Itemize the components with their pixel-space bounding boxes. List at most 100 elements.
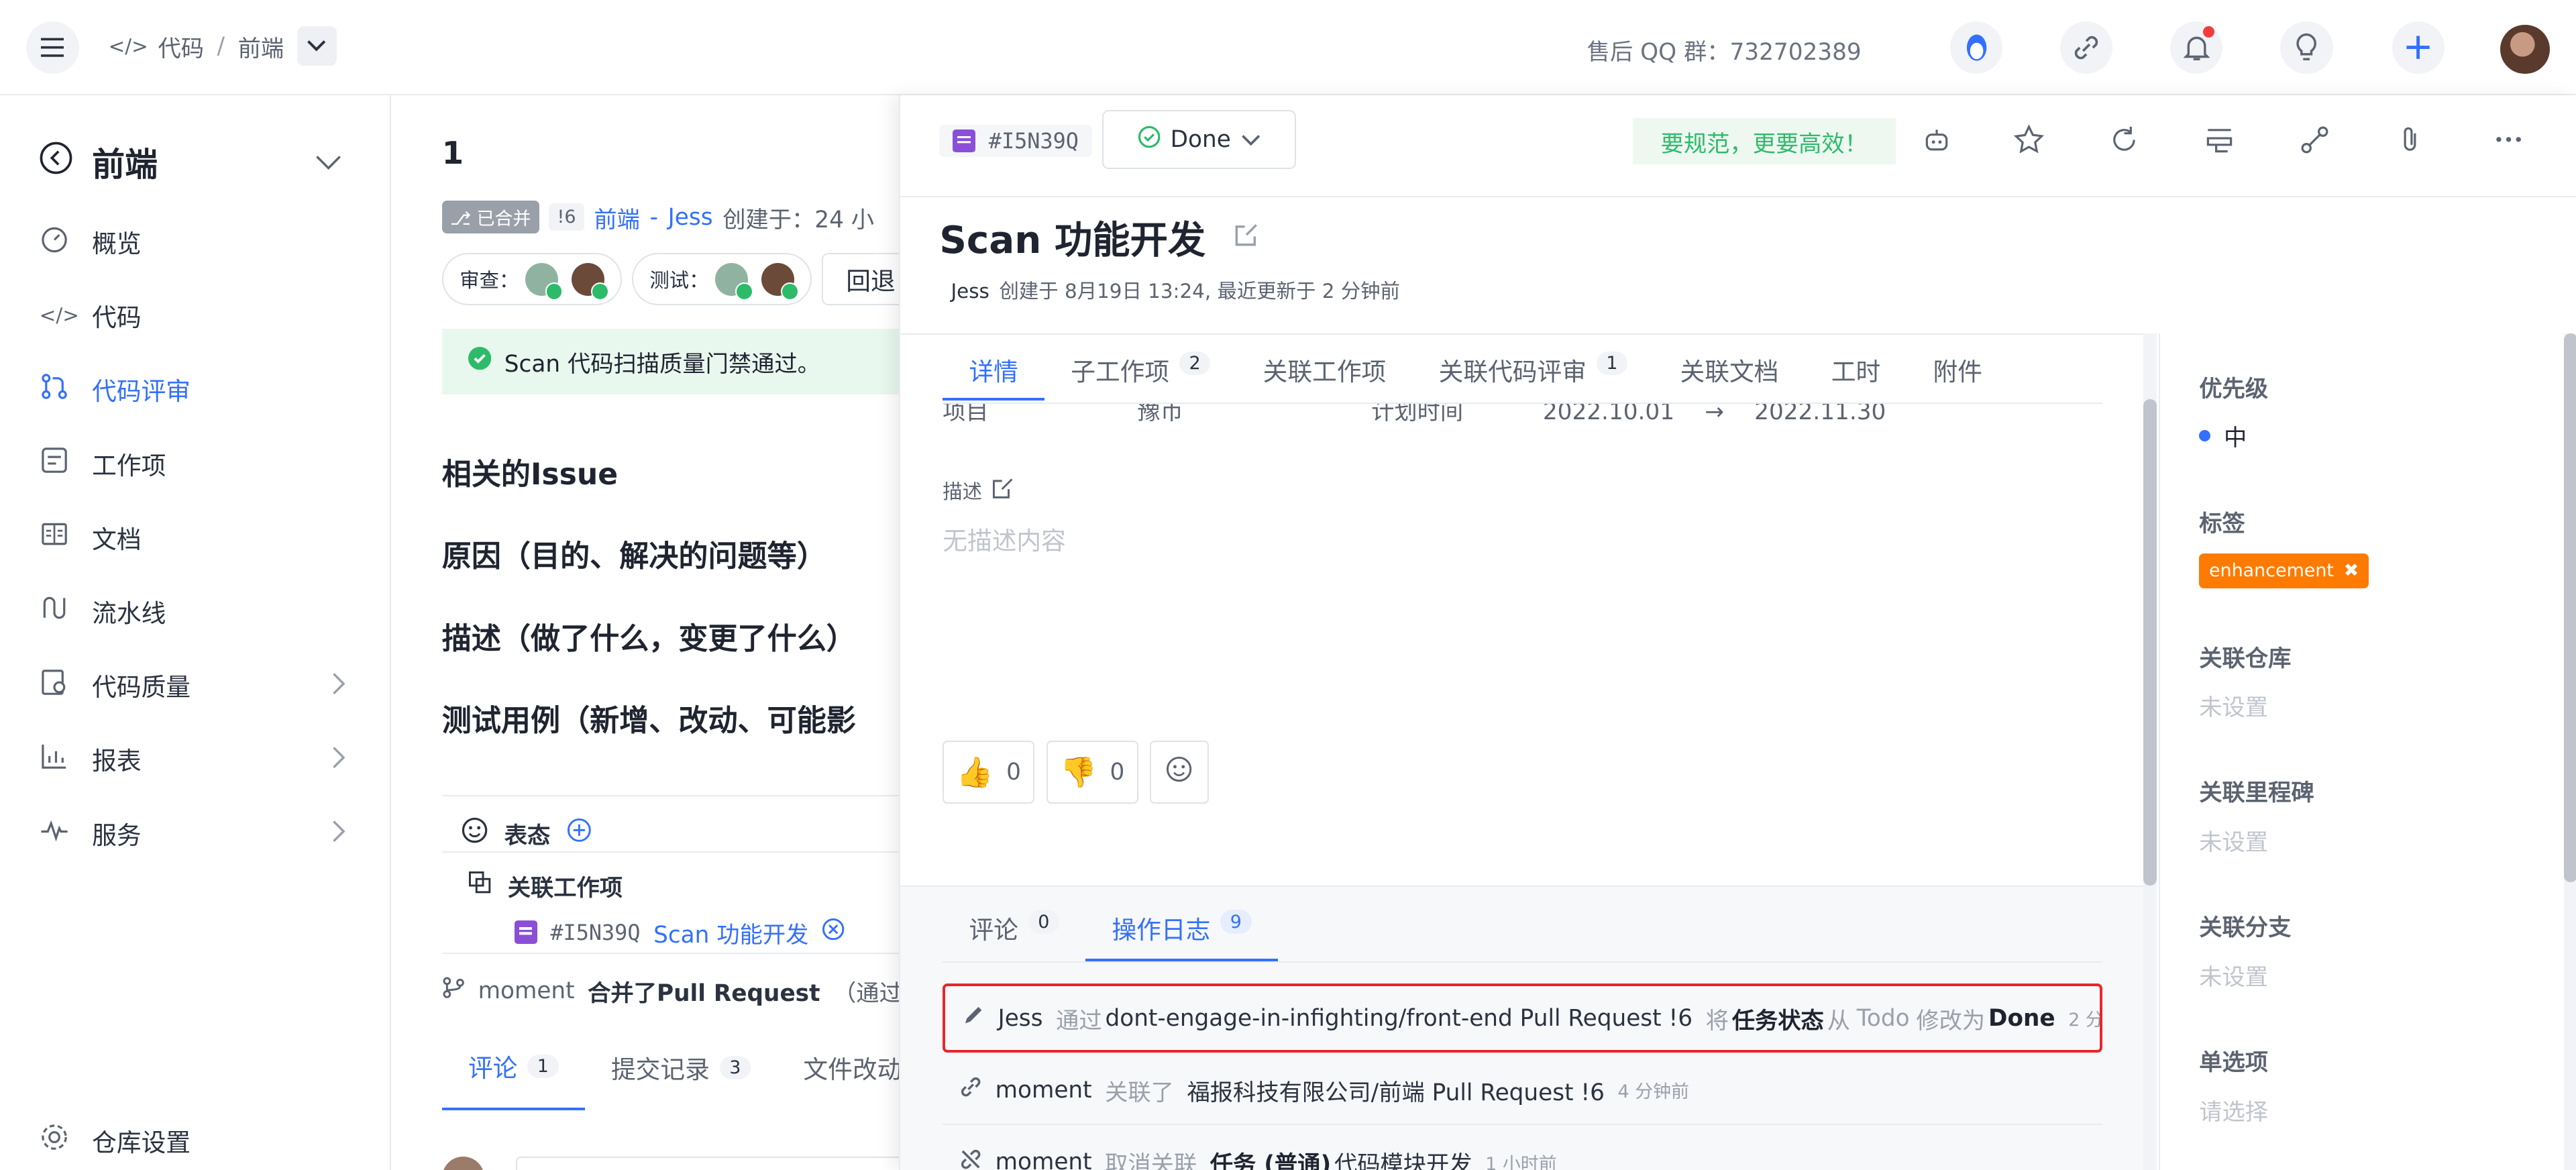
chevron-right-icon	[332, 820, 345, 849]
slogan-banner[interactable]: 要规范，更要高效！	[1632, 118, 1896, 164]
work-item-name[interactable]: Scan 功能开发	[653, 916, 808, 949]
sidebar-item-reports[interactable]: 报表	[40, 739, 352, 779]
tab-related-reviews[interactable]: 关联代码评审 1	[1412, 335, 1654, 401]
tab-commits[interactable]: 提交记录 3	[585, 1039, 777, 1110]
tab-related-docs[interactable]: 关联文档	[1654, 335, 1805, 401]
list-item[interactable]: #I5N39Q Scan 功能开发	[514, 916, 901, 949]
bell-icon[interactable]	[2170, 21, 2223, 74]
tab-details[interactable]: 详情	[943, 335, 1045, 401]
reviewers-row: 审查： 测试： 回退	[441, 253, 901, 306]
scrollbar-thumb[interactable]	[2564, 333, 2576, 883]
log-target[interactable]: 福报科技有限公司/前端 Pull Request !6	[1187, 1073, 1605, 1107]
test-chip[interactable]: 测试：	[631, 253, 812, 306]
penguin-icon[interactable]	[1949, 21, 2003, 74]
activity-action: 合并了Pull Request	[588, 979, 820, 1007]
plus-icon[interactable]	[2392, 21, 2445, 74]
sidebar-item-code[interactable]: </> 代码	[40, 296, 352, 335]
avatar	[761, 262, 800, 301]
close-icon[interactable]: ✖	[2344, 560, 2359, 581]
sidebar-item-overview[interactable]: 概览	[40, 222, 352, 262]
lightbulb-icon[interactable]	[2280, 21, 2333, 74]
sidebar-item-quality[interactable]: 代码质量	[40, 666, 352, 705]
tab-operation-log[interactable]: 操作日志 9	[1085, 887, 1278, 961]
relation-icon[interactable]	[2296, 121, 2332, 158]
plan-start[interactable]: 2022.10.01	[1543, 403, 1674, 425]
log-row[interactable]: moment 关联了 福报科技有限公司/前端 Pull Request !6 4…	[943, 1056, 2103, 1126]
log-target-name[interactable]: 代码模块开发	[1334, 1145, 1472, 1169]
work-item-id-tag[interactable]: #I5N39Q	[939, 125, 1092, 157]
review-chip[interactable]: 审查：	[441, 253, 623, 306]
chevron-down-icon[interactable]	[297, 26, 337, 66]
project-header[interactable]: 前端	[40, 138, 158, 186]
status-dropdown[interactable]: Done	[1102, 110, 1296, 170]
thumbs-down-button[interactable]: 👎 0	[1046, 741, 1138, 804]
tab-related-items[interactable]: 关联工作项	[1237, 335, 1413, 401]
sidebar-item-docs[interactable]: 文档	[40, 517, 352, 557]
menu-icon[interactable]	[26, 21, 79, 74]
edit-icon[interactable]	[992, 478, 1014, 504]
subtitle-author[interactable]: Jess	[951, 280, 989, 303]
breadcrumb-project[interactable]: 前端	[238, 30, 284, 63]
log-time: 4 分钟前	[1617, 1081, 1689, 1103]
tag-enhancement[interactable]: enhancement ✖	[2199, 553, 2369, 588]
activity-user[interactable]: moment	[478, 977, 575, 1004]
plan-arrow: →	[1705, 402, 1724, 426]
log-ref[interactable]: dont-engage-in-infighting/front-end Pull…	[1106, 1005, 1693, 1032]
remove-circle-icon[interactable]	[822, 918, 845, 947]
log-user[interactable]: moment	[996, 1149, 1092, 1169]
tag-text: enhancement	[2208, 560, 2334, 582]
log-row-highlighted[interactable]: Jess 通过 dont-engage-in-infighting/front-…	[943, 983, 2103, 1053]
avatar[interactable]	[2500, 24, 2550, 74]
star-icon[interactable]	[2010, 121, 2047, 158]
scrollbar-thumb[interactable]	[2143, 399, 2157, 886]
link-icon[interactable]	[2060, 21, 2113, 74]
add-emoji-button[interactable]	[1149, 741, 1209, 804]
back-circle-icon[interactable]	[40, 142, 72, 182]
quality-icon	[40, 668, 69, 703]
add-reaction-icon[interactable]	[567, 818, 592, 849]
description-empty[interactable]: 无描述内容	[943, 521, 1066, 557]
paperclip-icon[interactable]	[2392, 121, 2428, 158]
properties-scrollbar[interactable]	[2564, 333, 2576, 1170]
related-title-row: 关联工作项	[442, 869, 900, 902]
robot-icon[interactable]	[1919, 121, 1955, 158]
sidebar-item-code-review[interactable]: 代码评审	[40, 370, 352, 409]
chevron-down-icon[interactable]	[315, 148, 341, 178]
tab-work-hours[interactable]: 工时	[1805, 335, 1907, 401]
sidebar-item-services[interactable]: 服务	[40, 813, 352, 853]
sidebar-item-work-items[interactable]: 工作项	[40, 443, 352, 483]
mr-author-link[interactable]: Jess	[668, 204, 713, 231]
plan-end[interactable]: 2022.11.30	[1754, 403, 1886, 425]
milestone-label: 关联里程碑	[2199, 780, 2314, 807]
tab-file-changes[interactable]: 文件改动	[777, 1039, 900, 1110]
layout-icon[interactable]	[2201, 121, 2237, 158]
tab-comments[interactable]: 评论 1	[441, 1039, 585, 1110]
mr-number: !6	[549, 203, 584, 231]
tab-comments[interactable]: 评论 0	[943, 887, 1085, 961]
sidebar-item-repo-settings[interactable]: 仓库设置	[40, 1120, 352, 1160]
priority-value-row[interactable]: 中	[2199, 419, 2247, 452]
log-user[interactable]: moment	[996, 1077, 1092, 1104]
sidebar-item-pipeline[interactable]: 流水线	[40, 592, 352, 631]
tab-attachments[interactable]: 附件	[1907, 335, 2008, 401]
single-option-value[interactable]: 请选择	[2199, 1093, 2268, 1126]
refresh-icon[interactable]	[2106, 121, 2142, 158]
breadcrumb-code[interactable]: 代码	[158, 30, 204, 63]
details-scrollbar[interactable]	[2143, 333, 2157, 1170]
more-icon[interactable]	[2490, 121, 2526, 158]
tab-sub-items[interactable]: 子工作项 2	[1044, 335, 1236, 401]
branch-icon	[442, 976, 465, 1005]
repo-value[interactable]: 未设置	[2199, 688, 2268, 722]
revert-button[interactable]: 回退	[821, 253, 901, 306]
milestone-value[interactable]: 未设置	[2199, 823, 2268, 857]
comment-input[interactable]	[515, 1157, 901, 1170]
notification-dot	[2203, 26, 2215, 38]
mr-project-link[interactable]: 前端	[594, 201, 640, 234]
branch-value[interactable]: 未设置	[2199, 958, 2268, 992]
log-user[interactable]: Jess	[998, 1005, 1043, 1032]
edit-icon[interactable]	[1232, 215, 1261, 259]
log-row[interactable]: moment 取消关联 任务 (普通) 代码模块开发 1 小时前	[943, 1128, 2102, 1170]
thumbs-down-count: 0	[1110, 758, 1125, 786]
project-field-value[interactable]: 豫帀	[1137, 403, 1183, 425]
thumbs-up-button[interactable]: 👍 0	[943, 741, 1035, 804]
